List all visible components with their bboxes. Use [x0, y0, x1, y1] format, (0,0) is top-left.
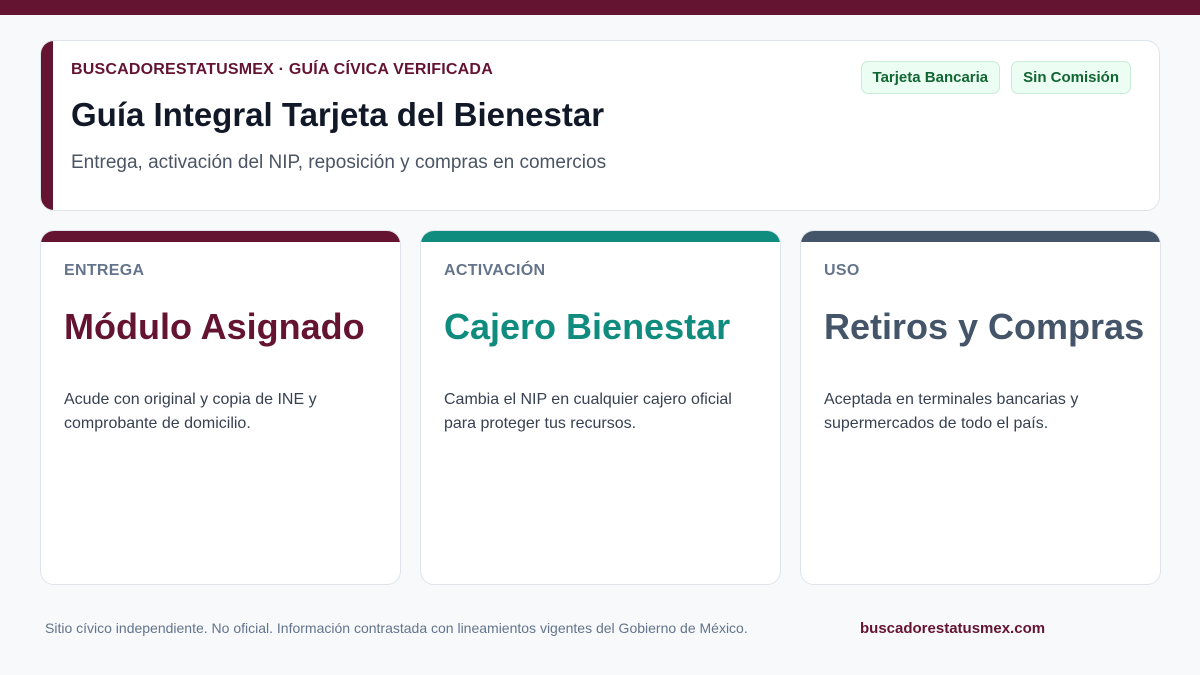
- header-accent-bar: [41, 41, 53, 210]
- card-description: Acude con original y copia de INE y comp…: [64, 391, 317, 432]
- footer-disclaimer: Sitio cívico independiente. No oficial. …: [45, 620, 748, 636]
- card-entrega: ENTREGA Módulo Asignado Acude con origin…: [40, 230, 401, 585]
- page-title: Guía Integral Tarjeta del Bienestar: [71, 96, 605, 133]
- info-cards: ENTREGA Módulo Asignado Acude con origin…: [40, 230, 1161, 585]
- card-label: ENTREGA: [64, 262, 145, 279]
- card-accent-bar: [801, 231, 1160, 242]
- card-description: Cambia el NIP en cualquier cajero oficia…: [444, 391, 732, 432]
- card-label: ACTIVACIÓN: [444, 262, 546, 279]
- card-accent-bar: [421, 231, 780, 242]
- card-value: Retiros y Compras: [824, 306, 1145, 347]
- header-card: BUSCADORESTATUSMEX · GUÍA CÍVICA VERIFIC…: [40, 40, 1160, 211]
- card-activacion: ACTIVACIÓN Cajero Bienestar Cambia el NI…: [420, 230, 781, 585]
- card-label: USO: [824, 262, 860, 279]
- card-value: Cajero Bienestar: [444, 306, 731, 347]
- badge-tarjeta-bancaria: Tarjeta Bancaria: [860, 61, 1001, 94]
- top-brand-bar: [0, 0, 1200, 15]
- footer-site-link[interactable]: buscadorestatusmex.com: [860, 620, 1045, 637]
- eyebrow-label: BUSCADORESTATUSMEX · GUÍA CÍVICA VERIFIC…: [71, 61, 493, 78]
- badge-sin-comision: Sin Comisión: [1011, 61, 1131, 94]
- card-accent-bar: [41, 231, 400, 242]
- card-uso: USO Retiros y Compras Aceptada en termin…: [800, 230, 1161, 585]
- card-description: Aceptada en terminales bancarias y super…: [824, 391, 1079, 432]
- page-subtitle: Entrega, activación del NIP, reposición …: [71, 152, 607, 173]
- badge-group: Tarjeta Bancaria Sin Comisión: [860, 61, 1131, 94]
- card-value: Módulo Asignado: [64, 306, 365, 347]
